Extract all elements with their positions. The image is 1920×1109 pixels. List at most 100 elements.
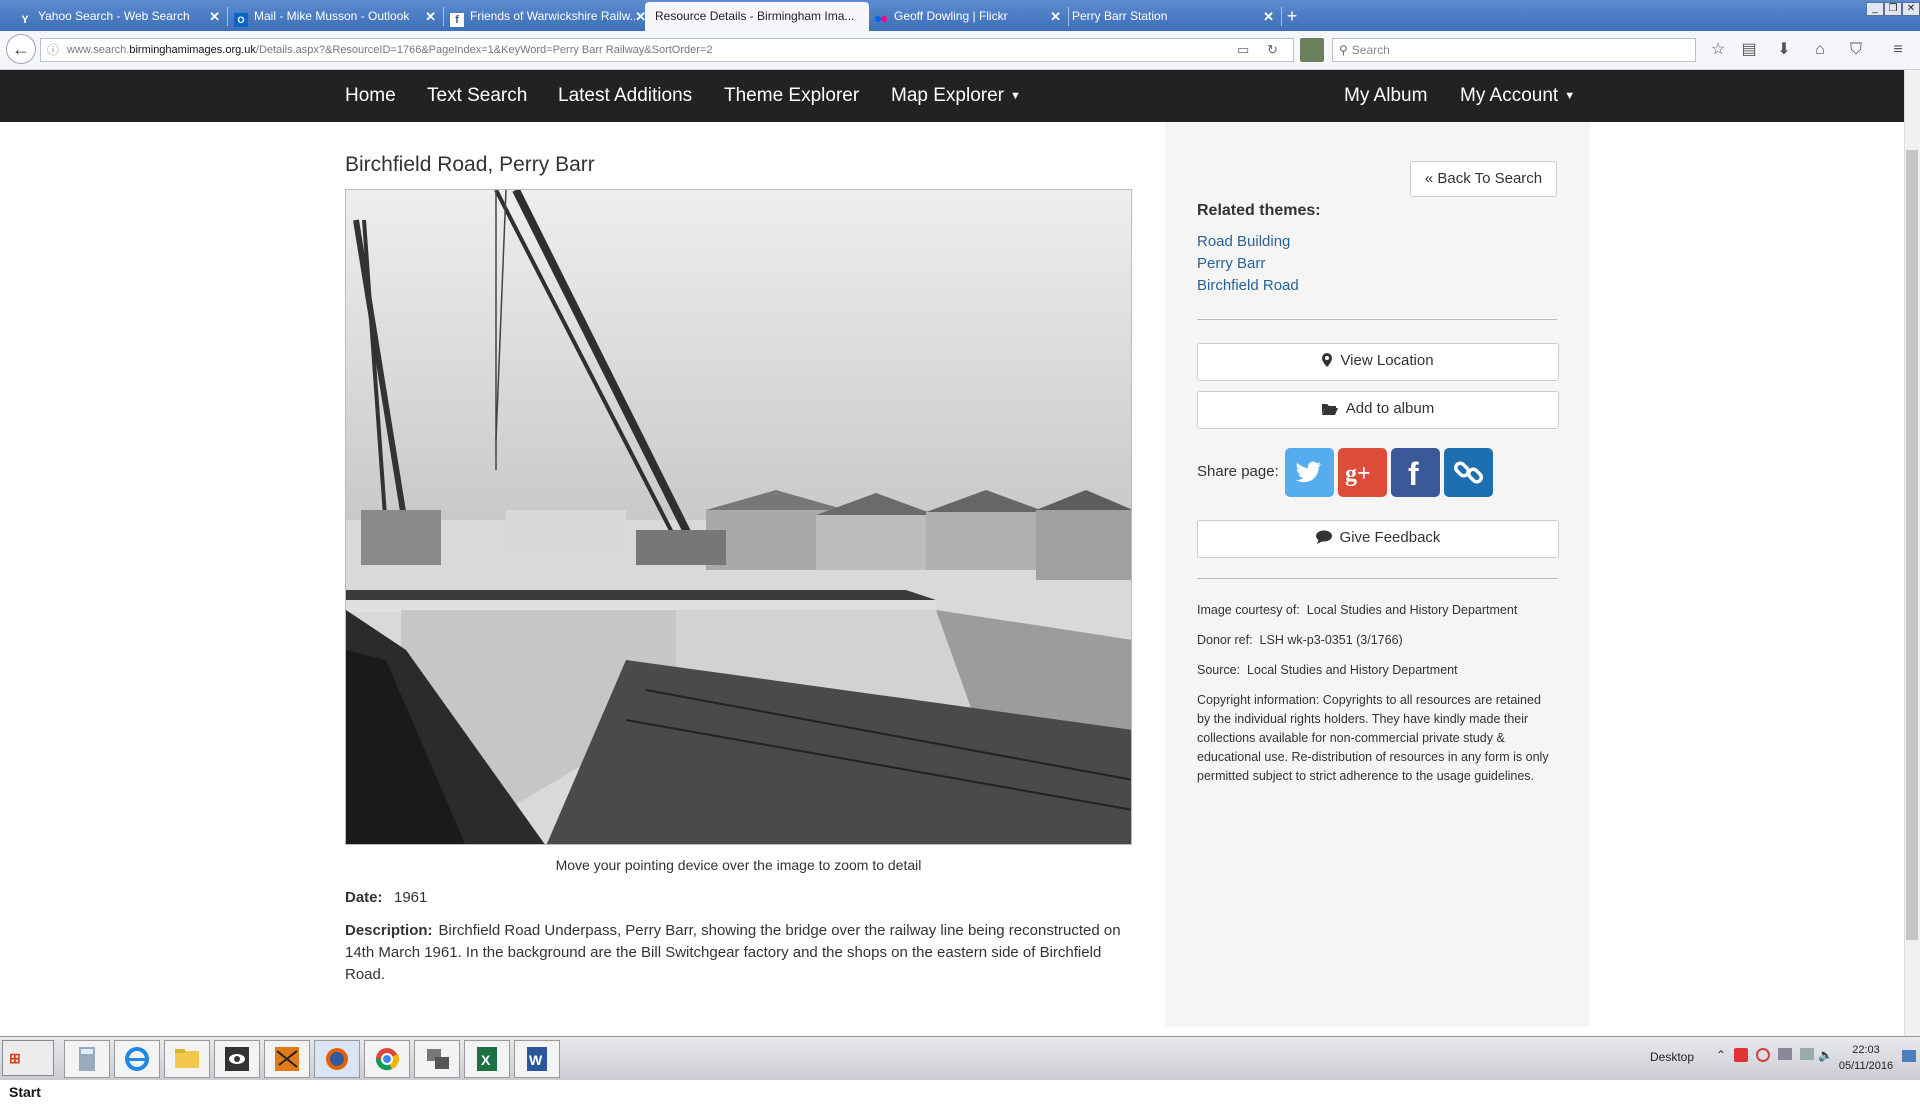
date-label: Date: [345,889,383,906]
nav-theme-explorer[interactable]: Theme Explorer [724,70,859,122]
facebook-icon: f [450,13,464,27]
close-window-button[interactable]: ✕ [1902,2,1920,16]
svg-text:g+: g+ [1345,461,1371,487]
description-text: Birchfield Road Underpass, Perry Barr, s… [345,922,1121,983]
date-value: 1961 [394,889,428,906]
calculator-app-icon[interactable] [64,1040,110,1078]
tab-title: Yahoo Search - Web Search [38,9,190,23]
nav-map-explorer[interactable]: Map Explorer ▼ [891,70,1021,122]
show-hidden-icons-icon[interactable]: ⌃ [1716,1048,1726,1062]
give-feedback-button[interactable]: Give Feedback [1197,520,1559,558]
scrollbar-thumb[interactable] [1906,150,1918,940]
pocket-icon[interactable]: ⛉ [1845,40,1867,60]
site-navbar: Home Text Search Latest Additions Theme … [0,70,1904,122]
bookmark-star-icon[interactable]: ☆ [1707,40,1729,60]
nav-my-album[interactable]: My Album [1344,70,1427,122]
flickr-icon [874,13,888,27]
internet-explorer-icon[interactable] [114,1040,160,1078]
file-explorer-icon[interactable] [164,1040,210,1078]
back-to-search-button[interactable]: « Back To Search [1410,161,1557,197]
twitter-icon [1296,461,1321,483]
volume-icon[interactable]: 🔈 [1818,1048,1833,1062]
reader-view-icon[interactable]: ▭ [1237,39,1249,61]
tab-perry-barr-station[interactable]: Perry Barr Station ✕ [1062,2,1282,31]
nav-latest-additions[interactable]: Latest Additions [558,70,692,122]
close-icon[interactable]: ✕ [1263,2,1274,31]
svg-text:W: W [529,1052,543,1068]
facebook-icon: f [1408,456,1419,492]
theme-link-birchfield-road[interactable]: Birchfield Road [1197,277,1299,294]
menu-icon[interactable]: ≡ [1887,40,1909,60]
share-facebook-button[interactable]: f [1391,448,1440,497]
share-link-button[interactable] [1444,448,1493,497]
windows-logo-icon: ⊞ [9,1050,21,1066]
nav-my-account[interactable]: My Account ▼ [1460,70,1575,122]
back-button[interactable]: ← [6,34,36,64]
info-icon[interactable]: ⓘ [47,39,59,61]
excel-icon[interactable]: X [464,1040,510,1078]
restore-button[interactable]: ❐ [1884,2,1902,16]
start-button[interactable]: ⊞ Start [2,1040,54,1100]
tray-app-icon[interactable] [1734,1048,1748,1062]
close-icon[interactable]: ✕ [425,2,436,31]
reload-icon[interactable]: ↻ [1267,39,1278,61]
nav-text-search[interactable]: Text Search [427,70,527,122]
outlook-icon: O [234,13,248,27]
related-themes-heading: Related themes: [1197,202,1321,219]
view-location-button[interactable]: View Location [1197,343,1559,381]
tray-display-icon[interactable] [1778,1048,1792,1060]
theme-link-perry-barr[interactable]: Perry Barr [1197,255,1265,272]
svg-text:f: f [1408,456,1419,492]
clock-time[interactable]: 22:03 [1836,1044,1896,1056]
yahoo-icon: Y [21,14,29,26]
share-label: Share page: [1197,463,1279,480]
address-bar[interactable]: ⓘ www.search.birminghamimages.org.uk/Det… [40,38,1294,62]
action-center-icon[interactable] [1902,1050,1916,1062]
share-google-plus-button[interactable]: g+ [1338,448,1387,497]
bookmarks-list-icon[interactable]: ▤ [1738,40,1760,60]
folder-open-icon [1321,404,1338,415]
desktop-toolbar-label[interactable]: Desktop [1650,1050,1694,1064]
tab-facebook[interactable]: f Friends of Warwickshire Railw... ✕ [440,2,654,31]
word-icon[interactable]: W [514,1040,560,1078]
close-icon[interactable]: ✕ [1050,2,1061,31]
divider [1197,578,1557,579]
chrome-icon[interactable] [364,1040,410,1078]
link-icon [1453,461,1484,484]
description-label: Description: [345,922,433,939]
url-text: www.search.birminghamimages.org.uk/Detai… [67,44,713,56]
comment-icon [1315,530,1332,544]
google-plus-icon: g+ [1345,461,1371,487]
minimize-button[interactable]: _ [1866,2,1884,16]
new-tab-button[interactable]: + [1278,4,1306,28]
svg-text:X: X [481,1052,491,1068]
tab-yahoo[interactable]: Y Yahoo Search - Web Search ✕ [8,2,228,31]
download-icon[interactable]: ⬇ [1773,40,1795,60]
nav-home[interactable]: Home [345,70,396,122]
resource-photo[interactable] [345,189,1132,845]
eye-app-icon[interactable] [214,1040,260,1078]
share-twitter-button[interactable] [1285,448,1334,497]
tray-lifebuoy-icon[interactable] [1756,1048,1770,1062]
tab-title: Resource Details - Birmingham Ima... [655,9,855,23]
caret-down-icon: ▼ [1564,90,1576,102]
close-icon[interactable]: ✕ [209,2,220,31]
tab-resource-details[interactable]: Resource Details - Birmingham Ima... [645,2,869,31]
clock-date[interactable]: 05/11/2016 [1832,1060,1900,1072]
tab-flickr[interactable]: Geoff Dowling | Flickr ✕ [864,2,1069,31]
home-icon[interactable]: ⌂ [1809,40,1831,60]
tray-network-icon[interactable] [1800,1048,1814,1060]
extension-icon[interactable] [1300,38,1324,62]
firefox-icon[interactable] [314,1040,360,1078]
tab-outlook[interactable]: O Mail - Mike Musson - Outlook ✕ [224,2,444,31]
add-to-album-button[interactable]: Add to album [1197,391,1559,429]
tab-strip: Y Yahoo Search - Web Search ✕ O Mail - Mik… [0,0,1920,31]
network-app-icon[interactable] [414,1040,460,1078]
donor-ref: Donor ref: LSH wk-p3-0351 (3/1766) [1197,633,1403,647]
divider [1197,319,1557,320]
search-input[interactable]: ⚲ Search [1332,38,1696,62]
zoom-hint: Move your pointing device over the image… [555,857,922,873]
theme-link-road-building[interactable]: Road Building [1197,233,1290,250]
search-icon: ⚲ [1339,43,1348,57]
tiger-app-icon[interactable] [264,1040,310,1078]
